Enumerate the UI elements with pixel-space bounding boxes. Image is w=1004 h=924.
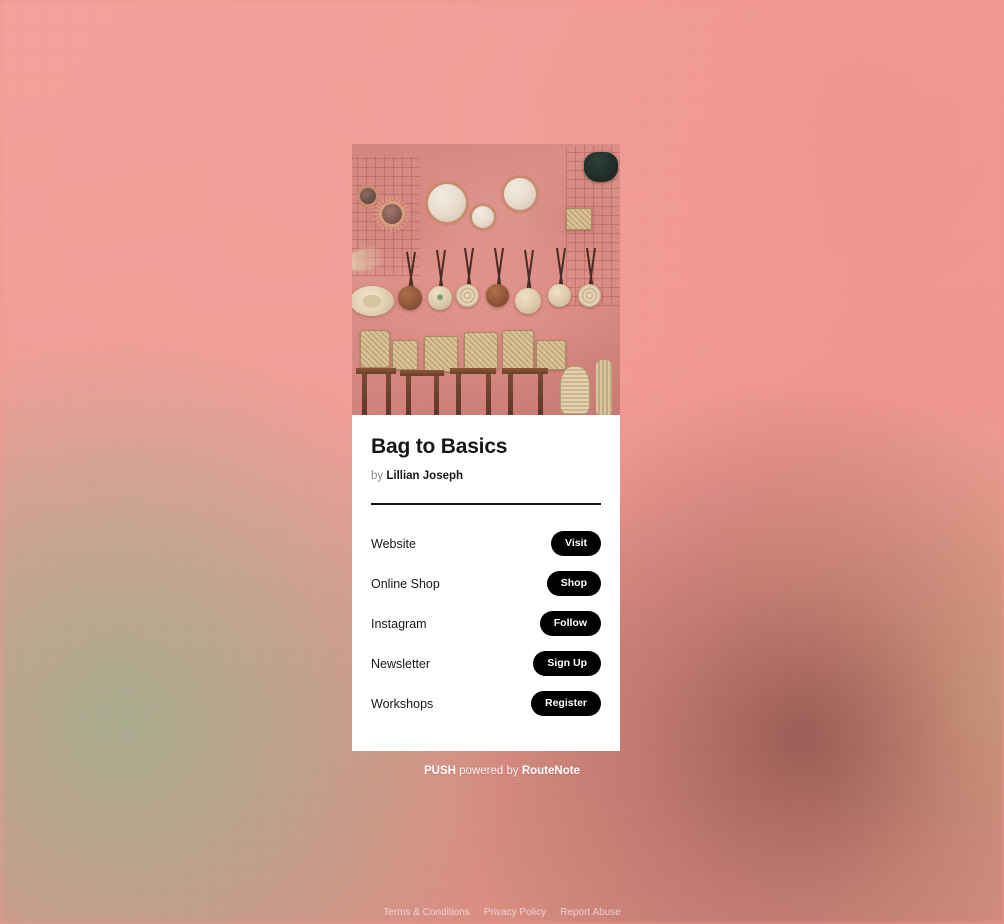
hero-image: ❄ bbox=[352, 144, 620, 415]
legal-links: Terms & Conditions Privacy Policy Report A… bbox=[0, 902, 1004, 920]
legal-link[interactable]: Report Abuse bbox=[560, 907, 621, 918]
hero-floor-basket bbox=[360, 330, 390, 368]
hero-hanging-bag bbox=[456, 284, 479, 307]
link-action-button[interactable]: Follow bbox=[539, 611, 601, 636]
hero-floor-basket bbox=[502, 330, 534, 370]
brand-name: PUSH bbox=[424, 765, 456, 777]
hero-stool-leg bbox=[406, 376, 411, 415]
hero-hanging-bag bbox=[578, 284, 601, 307]
hero-hanging-bag bbox=[515, 288, 541, 314]
hero-mirror-large-right bbox=[504, 178, 536, 210]
profile-card: ❄ Bag to Basics by Lillian Joseph Websit… bbox=[352, 144, 620, 751]
links-list: Website Visit Online Shop Shop Instagram Foll… bbox=[371, 524, 601, 724]
hero-hanging-bag: ❄ bbox=[428, 286, 452, 310]
link-label: Online Shop bbox=[371, 576, 440, 591]
legal-link[interactable]: Terms & Conditions bbox=[383, 907, 470, 918]
hero-wicker-lamp bbox=[560, 366, 590, 414]
link-action-button[interactable]: Register bbox=[530, 691, 601, 716]
link-row: Newsletter Sign Up bbox=[371, 644, 601, 684]
hero-dark-bag bbox=[584, 152, 618, 182]
link-action-button[interactable]: Shop bbox=[546, 571, 601, 596]
link-row: Website Visit bbox=[371, 524, 601, 564]
hero-mirror-small bbox=[472, 206, 494, 228]
hero-mirror-large-left bbox=[428, 184, 466, 222]
hero-hanging-bag bbox=[548, 284, 571, 307]
hero-stool-leg bbox=[434, 376, 439, 415]
hero-wall-basket bbox=[566, 208, 592, 230]
hero-stool-leg bbox=[386, 374, 391, 415]
page-title: Bag to Basics bbox=[371, 435, 508, 458]
link-label: Workshops bbox=[371, 696, 434, 711]
hero-bag-motif: ❄ bbox=[436, 292, 444, 303]
brand-provider[interactable]: RouteNote bbox=[522, 765, 580, 777]
link-label: Instagram bbox=[371, 616, 427, 631]
byline: by Lillian Joseph bbox=[371, 470, 601, 482]
link-row: Online Shop Shop bbox=[371, 564, 601, 604]
hero-straw-hat bbox=[352, 286, 394, 316]
legal-link[interactable]: Privacy Policy bbox=[484, 907, 546, 918]
hero-floor-basket bbox=[424, 336, 458, 372]
hero-stool-leg bbox=[456, 374, 461, 415]
link-action-button[interactable]: Visit bbox=[551, 531, 601, 556]
hero-stool-leg bbox=[486, 374, 491, 415]
hero-floor-basket bbox=[536, 340, 566, 370]
hero-stool-leg bbox=[538, 374, 543, 415]
section-divider bbox=[371, 503, 601, 505]
link-label: Newsletter bbox=[371, 656, 431, 671]
hero-mirror-dark-small bbox=[360, 188, 376, 204]
link-action-button[interactable]: Sign Up bbox=[533, 651, 601, 676]
card-body: Bag to Basics by Lillian Joseph Website V… bbox=[352, 415, 620, 724]
link-row: Workshops Register bbox=[371, 684, 601, 724]
byline-prefix: by bbox=[371, 470, 384, 483]
hero-floor-basket bbox=[464, 332, 498, 370]
link-row: Instagram Follow bbox=[371, 604, 601, 644]
hero-sunburst-mirror bbox=[382, 204, 402, 224]
hero-stool-leg bbox=[508, 374, 513, 415]
brand-footer: PUSH powered by RouteNote bbox=[0, 765, 1004, 777]
hero-hanging-bag bbox=[398, 286, 422, 310]
hero-hanging-bag bbox=[486, 284, 509, 307]
brand-middle-text: powered by bbox=[455, 765, 522, 777]
hero-stool-leg bbox=[362, 374, 367, 415]
hero-cactus bbox=[596, 360, 612, 415]
link-label: Website bbox=[371, 536, 416, 551]
byline-author: Lillian Joseph bbox=[386, 470, 464, 483]
hero-floor-basket bbox=[392, 340, 418, 370]
